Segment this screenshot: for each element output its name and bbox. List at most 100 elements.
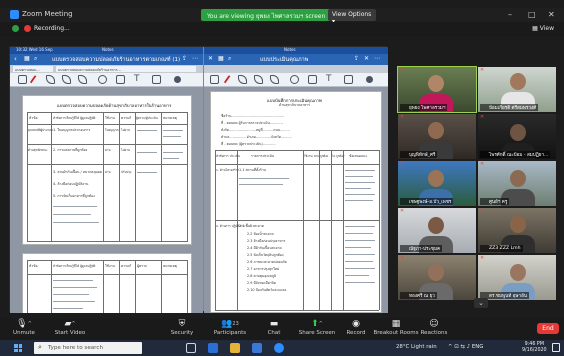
participants-button[interactable]: 👥23 Participants [208,319,252,339]
pane-status-time: 10:32 Wed 16 Sep [16,47,53,52]
chat-label: Chat [267,330,281,336]
store-icon[interactable] [252,343,262,353]
participant-name: บุญพิทักษ์_ศรี [400,151,438,158]
back-icon[interactable]: ‹ [14,55,17,63]
participant-head [428,122,444,139]
table-rule [319,150,320,310]
video-tile[interactable]: ✕ เชษฐพงษ์-อ.บัว_เพชร [398,161,476,206]
image-icon[interactable] [116,75,125,84]
shared-screen[interactable]: 10:32 Wed 16 Sep Notes ‹ ▦ ⌕ แบบตรวจสอบค… [9,46,388,313]
chat-button[interactable]: ▬ Chat [252,319,296,339]
col-header: ใช้งาน [105,116,115,120]
video-tile[interactable]: ✕ ZZ3 ZZZ Lmh [478,208,556,253]
shapes-icon[interactable] [344,75,353,84]
end-meeting-button[interactable]: End [537,323,559,334]
participants-count: 23 [232,321,239,327]
video-tile[interactable]: ✕ ยุพยง ไพศาลรวมฯ [397,66,477,113]
shapes-icon[interactable] [152,75,161,84]
more-icon[interactable]: ⋯ [192,55,198,62]
taskbar-search-box[interactable]: ⌕ Type here to search [34,342,142,354]
document-scroll-area[interactable]: แบบบันทึกการประเมินคุณภาพ ด้านสุขาภิบาลอ… [204,87,388,313]
gallery-next-page-button[interactable]: ⌄ [474,298,488,308]
edge-browser-icon[interactable] [208,343,218,353]
close-button[interactable]: ✕ [548,10,555,19]
image-icon[interactable] [308,75,317,84]
doc-tab[interactable]: แบบตรวจสอบ... [13,66,53,72]
video-tile[interactable]: ✕ บุญพิทักษ์_ศรี [398,114,476,159]
participant-head [428,170,444,187]
text-line [345,170,375,171]
more-icon[interactable]: ⋯ [374,55,380,62]
encryption-shield-icon[interactable] [12,25,19,32]
section-item: 2.3 ล้างมือก่อนปรุงอาหาร [247,239,286,243]
video-tile[interactable]: ✕ ทองศรี ณ ยุว [398,255,476,300]
document-scroll-area[interactable]: แบบตรวจสอบความปลอดภัยด้านสุขาภิบาลอาหารใ… [10,87,203,313]
pencil-icon[interactable] [238,75,247,84]
system-tray-icons[interactable]: ^ ⊡ ⇆ ♪ ENG [448,344,483,350]
task-view-icon[interactable] [186,343,196,353]
lasso-icon[interactable] [98,75,107,84]
file-explorer-icon[interactable] [230,343,240,353]
weather-widget[interactable]: 28°C Light rain [396,344,437,350]
start-video-button[interactable]: ▰^ Start Video [48,319,92,339]
notification-icon[interactable] [552,343,560,352]
table-rule [27,260,28,313]
close-icon[interactable]: ✕ [364,55,369,62]
video-tile[interactable]: ✕ ณัฐภา-ประชุมค [398,208,476,253]
col-header: หัวข้อการ ประเมิน [216,154,240,158]
share-icon[interactable]: ⇪ [182,55,187,62]
pencil-icon[interactable] [46,75,55,84]
unmute-button[interactable]: 🎙^ Unmute [2,319,46,339]
security-button[interactable]: ⛨ Security [160,319,204,339]
text-icon[interactable]: T [134,75,143,84]
grid-icon[interactable]: ▦ [24,55,30,62]
video-off-icon: ▰^ [64,319,76,329]
text-line [137,172,157,173]
text-line [53,206,97,207]
video-tile[interactable]: ✕ ศูนย์ฯ ครู [478,161,556,206]
table-rule [215,310,379,311]
share-icon[interactable]: ⇪ [354,55,359,62]
search-icon[interactable]: ⌕ [228,55,231,63]
reactions-button[interactable]: ☺ Reactions [412,319,456,339]
text-line [345,254,375,255]
grid-icon[interactable]: ▦ [218,55,224,62]
view-options-button[interactable]: View Options ▾ [328,9,376,25]
video-tile[interactable]: ✕ ไพรศักดิ์ ณะป้อม - สมปฏิยา... [478,114,556,159]
color-dot-icon[interactable] [366,76,373,83]
search-icon[interactable]: ⌕ [34,55,37,63]
minimize-button[interactable]: – [508,10,512,19]
doc-heading: แบบตรวจสอบความปลอดภัยด้านสุขาภิบาลอาหารใ… [57,103,172,108]
video-tile[interactable]: ✕ ดร.ชมพูนท์ อุษาอัน [478,255,556,300]
video-tile[interactable]: ✕ ป้อมเกียรติ ศรีสมพรวงศ์ [478,67,556,112]
document-page: แบบตรวจสอบความปลอดภัยด้านสุขาภิบาลอาหารใ… [22,95,192,245]
recording-icon[interactable] [24,25,31,32]
pen-red-icon[interactable] [29,74,38,85]
highlighter-icon[interactable] [62,75,71,84]
text-line [345,176,373,177]
zoom-app-icon[interactable] [274,343,284,353]
layout-icon[interactable] [18,75,27,84]
taskbar-clock[interactable]: 9:46 PM 9/16/2020 [522,342,547,354]
maximize-button[interactable]: □ [528,10,536,19]
doc-tab[interactable]: แบบตรวจสอบความปลอดภัยร้านอาหาร... [56,66,196,72]
windows-start-icon[interactable] [14,344,22,352]
window-title: Zoom Meeting [22,10,73,18]
highlighter-icon[interactable] [254,75,263,84]
close-doc-icon[interactable]: ✕ [208,55,213,62]
table-rule [215,150,379,151]
text-icon[interactable]: T [326,75,335,84]
view-button[interactable]: ▦ View [532,25,554,32]
eraser-icon[interactable] [78,75,87,84]
doc-subheading: ด้านสุขาภิบาลอาหาร [279,103,310,107]
shared-pane-right: Notes ✕ ▦ ⌕ แบบประเมินคุณภาพ ⇪ ✕ ⋯ T แบบ… [204,47,388,313]
pen-red-icon[interactable] [223,74,232,85]
layout-icon[interactable] [210,75,219,84]
color-dot-icon[interactable] [174,76,181,83]
section-item: 2.1 พื้นผิวสะอาด [239,224,264,228]
row-value: ผ่าน [105,148,111,152]
text-line [53,308,83,309]
meeting-toolbar: 🎙^ Unmute ▰^ Start Video ⛨ Security 👥23 … [0,318,564,340]
lasso-icon[interactable] [290,75,299,84]
eraser-icon[interactable] [270,75,279,84]
